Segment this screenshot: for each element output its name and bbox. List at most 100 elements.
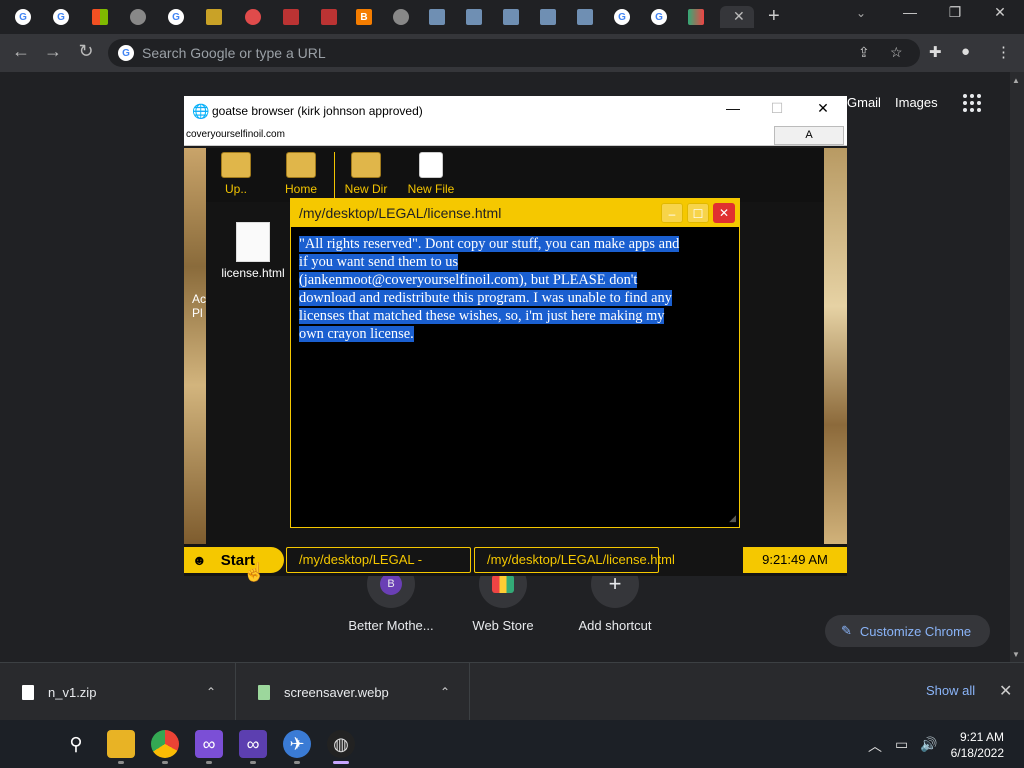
- license-titlebar[interactable]: /my/desktop/LEGAL/license.html – ☐ ✕: [291, 199, 739, 227]
- toolbar-home[interactable]: Home: [271, 152, 331, 196]
- visual-studio-icon[interactable]: ∞: [195, 730, 223, 758]
- window-titlebar[interactable]: 🌐 goatse browser (kirk johnson approved)…: [184, 96, 847, 126]
- microsoft-icon: [92, 9, 108, 25]
- tab-red-2[interactable]: [278, 6, 304, 28]
- active-indicator: [333, 761, 349, 764]
- tab-google-3[interactable]: G: [163, 6, 189, 28]
- minimize-icon[interactable]: —: [895, 4, 925, 20]
- toolbar-divider: [334, 152, 335, 198]
- extensions-icon[interactable]: ✚: [929, 43, 942, 61]
- download-filename: screensaver.webp: [284, 684, 389, 700]
- scrollbar[interactable]: [1010, 72, 1024, 662]
- license-line: "All rights reserved". Dont copy our stu…: [299, 236, 680, 252]
- maximize-icon[interactable]: ☐: [762, 100, 792, 117]
- download-item[interactable]: n_v1.zip ⌃: [0, 663, 236, 721]
- tab-google-1[interactable]: G: [10, 6, 36, 28]
- address-bar[interactable]: coveryourselfinoil.com A: [184, 126, 847, 146]
- tab-doc-2[interactable]: [461, 6, 487, 28]
- download-item[interactable]: screensaver.webp ⌃: [236, 663, 470, 721]
- restore-icon[interactable]: ❐: [940, 4, 970, 21]
- resize-grip-icon[interactable]: ◢: [729, 513, 736, 524]
- scroll-down-icon[interactable]: ▼: [1012, 650, 1020, 659]
- tab-blogger[interactable]: B: [351, 6, 377, 28]
- browser-toolbar: ← → ↻ G Search Google or type a URL ⇪ ☆ …: [0, 34, 1024, 72]
- desktop-file-label: license.html: [221, 266, 285, 280]
- reload-icon[interactable]: ↻: [73, 41, 99, 62]
- task-item-license[interactable]: /my/desktop/LEGAL/license.html: [474, 547, 675, 573]
- tab-globe-1[interactable]: [125, 6, 151, 28]
- chevron-down-icon[interactable]: ⌄: [856, 6, 866, 20]
- toolbar-up-label: Up..: [224, 182, 247, 196]
- maximize-icon[interactable]: ☐: [687, 203, 709, 223]
- new-tab-icon[interactable]: +: [768, 5, 780, 28]
- scroll-up-icon[interactable]: ▲: [1012, 76, 1020, 85]
- app-icon[interactable]: ✈: [283, 730, 311, 758]
- partial-desktop-label: Ac Pl: [192, 292, 207, 320]
- toolbar-new-file[interactable]: New File: [401, 152, 461, 196]
- license-line: (jankenmoot@coveryourselfinoil.com), but…: [299, 272, 638, 288]
- tab-google-5[interactable]: G: [646, 6, 672, 28]
- volume-icon[interactable]: 🔊: [920, 736, 937, 753]
- new-file-icon: [419, 152, 443, 178]
- share-icon[interactable]: ⇪: [858, 44, 870, 61]
- back-icon[interactable]: ←: [8, 41, 34, 62]
- menu-icon[interactable]: ⋮: [996, 43, 1011, 61]
- customize-chrome-button[interactable]: ✎ Customize Chrome: [825, 615, 990, 647]
- close-tab-icon[interactable]: ✕: [733, 8, 745, 25]
- desktop-file-license[interactable]: license.html: [217, 222, 289, 280]
- tab-doc-5[interactable]: [572, 6, 598, 28]
- minimize-icon[interactable]: —: [718, 100, 748, 116]
- inner-clock: 9:21:49 AM: [743, 547, 847, 573]
- images-link[interactable]: Images: [895, 95, 938, 110]
- tab-doc-3[interactable]: [498, 6, 524, 28]
- chevron-up-icon[interactable]: ⌃: [440, 685, 450, 699]
- close-icon[interactable]: ✕: [808, 100, 838, 117]
- shortcut-label: Better Mothe...: [348, 618, 434, 633]
- a-button[interactable]: A: [774, 126, 844, 145]
- profile-icon[interactable]: ●: [961, 43, 970, 60]
- omnibox[interactable]: G Search Google or type a URL ⇪ ☆: [108, 39, 920, 67]
- chrome-icon[interactable]: [151, 730, 179, 758]
- chevron-up-icon[interactable]: ︿: [868, 736, 882, 756]
- google-icon: G: [168, 9, 184, 25]
- windows-start-icon[interactable]: [20, 732, 44, 756]
- tab-doc-4[interactable]: [535, 6, 561, 28]
- network-icon[interactable]: ▭: [895, 736, 908, 753]
- tab-google-4[interactable]: G: [609, 6, 635, 28]
- minimize-icon[interactable]: –: [661, 203, 683, 223]
- show-all-link[interactable]: Show all: [926, 683, 975, 698]
- close-icon[interactable]: ✕: [713, 203, 735, 223]
- globe-icon[interactable]: ◍: [327, 730, 355, 758]
- running-indicator: [250, 761, 256, 764]
- start-button[interactable]: ☻ Start: [184, 547, 284, 573]
- tab-colorful[interactable]: [683, 6, 709, 28]
- running-indicator: [294, 761, 300, 764]
- tab-microsoft[interactable]: [87, 6, 113, 28]
- google-icon: G: [118, 45, 134, 61]
- document-icon: [577, 9, 593, 25]
- tab-google-2[interactable]: G: [48, 6, 74, 28]
- tab-doc-1[interactable]: [424, 6, 450, 28]
- file-explorer-icon[interactable]: [107, 730, 135, 758]
- bookmark-star-icon[interactable]: ☆: [890, 44, 903, 61]
- apps-grid-icon[interactable]: [963, 94, 981, 112]
- close-icon[interactable]: ✕: [999, 681, 1012, 701]
- close-window-icon[interactable]: ✕: [985, 4, 1015, 21]
- search-icon[interactable]: ⚲: [62, 730, 90, 758]
- license-text[interactable]: "All rights reserved". Dont copy our stu…: [299, 235, 729, 343]
- chevron-up-icon[interactable]: ⌃: [206, 685, 216, 699]
- task-item-legal-folder[interactable]: /my/desktop/LEGAL -: [286, 547, 471, 573]
- tab-lock[interactable]: [201, 6, 227, 28]
- tab-red-1[interactable]: [240, 6, 266, 28]
- toolbar-new-dir[interactable]: New Dir: [336, 152, 396, 196]
- tab-globe-2[interactable]: [388, 6, 414, 28]
- visual-studio-code-icon[interactable]: ∞: [239, 730, 267, 758]
- toolbar-up[interactable]: Up..: [206, 152, 266, 196]
- system-clock[interactable]: 9:21 AM 6/18/2022: [950, 729, 1004, 761]
- forward-icon[interactable]: →: [40, 41, 66, 62]
- globe-icon: [393, 9, 409, 25]
- red-app-icon: [283, 9, 299, 25]
- license-title: /my/desktop/LEGAL/license.html: [299, 205, 502, 221]
- gmail-link[interactable]: Gmail: [847, 95, 881, 110]
- tab-red-3[interactable]: [316, 6, 342, 28]
